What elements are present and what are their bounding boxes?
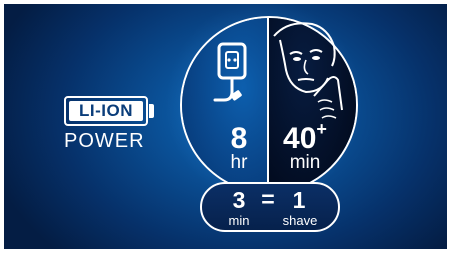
quick-charge-minutes-unit: min xyxy=(228,213,250,228)
promo-panel: LI-ION POWER 8 hr 40+ min 3 min = 1 shav… xyxy=(4,4,447,249)
power-plug-icon xyxy=(213,42,247,102)
shave-time-value: 40+ xyxy=(283,119,327,155)
battery-tip xyxy=(149,104,154,118)
quick-charge-minutes: 3 xyxy=(232,187,246,213)
shaving-man-icon xyxy=(273,22,343,119)
charge-time-value: 8 xyxy=(230,122,248,155)
quick-charge-shaves-unit: shave xyxy=(282,213,318,228)
power-label: POWER xyxy=(64,130,145,152)
shave-time-unit: min xyxy=(289,152,321,173)
charge-time-unit: hr xyxy=(230,152,248,173)
battery-label: LI-ION xyxy=(79,101,133,120)
li-ion-battery-badge: LI-ION xyxy=(64,96,148,126)
quick-charge-shaves: 1 xyxy=(292,187,306,213)
equals-sign: = xyxy=(261,186,275,212)
